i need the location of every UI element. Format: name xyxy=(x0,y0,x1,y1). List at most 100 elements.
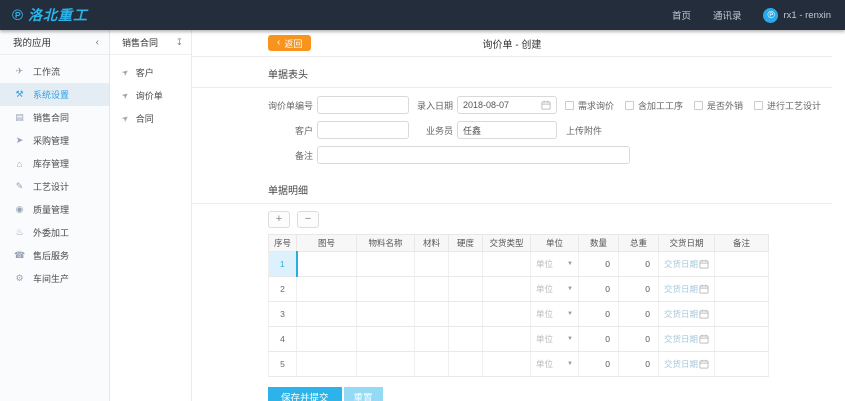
entry-date-picker[interactable]: 2018-08-07 xyxy=(457,96,557,114)
sidebar-item-system-settings[interactable]: ⚒ 系统设置 xyxy=(0,83,109,106)
unit-select[interactable]: 单位▼ xyxy=(531,302,579,327)
sidebar-item-after-sales[interactable]: ☎ 售后服务 xyxy=(0,244,109,267)
sidebar-item-process-design[interactable]: ✎ 工艺设计 xyxy=(0,175,109,198)
collapse-sidebar-icon[interactable]: ‹ xyxy=(96,37,99,48)
row-seq[interactable]: 5 xyxy=(269,352,297,377)
calendar-icon xyxy=(699,284,709,294)
remark-cell[interactable] xyxy=(715,327,769,352)
remark-cell[interactable] xyxy=(715,252,769,277)
delivery-date-picker[interactable]: 交货日期 xyxy=(659,302,715,327)
material-cell[interactable] xyxy=(415,302,449,327)
submenu-item-inquiry[interactable]: ➤ 询价单 xyxy=(110,84,191,107)
sidebar-item-workflow[interactable]: ✈ 工作流 xyxy=(0,60,109,83)
remark-input[interactable] xyxy=(317,146,630,164)
weight-cell[interactable]: 0 xyxy=(619,302,659,327)
quantity-cell[interactable]: 0 xyxy=(579,352,619,377)
material-cell[interactable] xyxy=(415,352,449,377)
material-name-cell[interactable] xyxy=(357,327,415,352)
remove-row-button[interactable]: − xyxy=(297,211,319,228)
remark-cell[interactable] xyxy=(715,302,769,327)
material-name-cell[interactable] xyxy=(357,352,415,377)
weight-cell[interactable]: 0 xyxy=(619,352,659,377)
delivery-date-picker[interactable]: 交货日期 xyxy=(659,252,715,277)
quantity-cell[interactable]: 0 xyxy=(579,277,619,302)
sidebar-item-purchasing[interactable]: ➤ 采购管理 xyxy=(0,129,109,152)
checkbox-process-design[interactable]: 进行工艺设计 xyxy=(754,99,821,112)
section-title-header: 单据表头 xyxy=(268,66,832,81)
checkbox-with-processing[interactable]: 含加工工序 xyxy=(625,99,683,112)
drawing-no-cell[interactable] xyxy=(297,327,357,352)
remark-cell[interactable] xyxy=(715,352,769,377)
unit-select[interactable]: 单位▼ xyxy=(531,277,579,302)
row-seq[interactable]: 1 xyxy=(269,252,297,277)
unit-select[interactable]: 单位▼ xyxy=(531,252,579,277)
material-name-cell[interactable] xyxy=(357,252,415,277)
table-row: 4 单位▼ 0 0 交货日期 xyxy=(269,327,769,352)
sidebar-item-outsourcing[interactable]: ♨ 外委加工 xyxy=(0,221,109,244)
remark-cell[interactable] xyxy=(715,277,769,302)
drawing-no-cell[interactable] xyxy=(297,352,357,377)
hardness-cell[interactable] xyxy=(449,252,483,277)
upload-attachment-link[interactable]: 上传附件 xyxy=(566,124,602,137)
pin-icon[interactable]: ↧ xyxy=(175,37,183,48)
delivery-date-picker[interactable]: 交货日期 xyxy=(659,327,715,352)
table-row: 1 单位▼ 0 0 交货日期 xyxy=(269,252,769,277)
row-seq[interactable]: 3 xyxy=(269,302,297,327)
weight-cell[interactable]: 0 xyxy=(619,252,659,277)
save-submit-button[interactable]: 保存并提交 xyxy=(268,387,342,401)
unit-select[interactable]: 单位▼ xyxy=(531,327,579,352)
nav-contacts-link[interactable]: 通讯录 xyxy=(713,8,742,22)
delivery-type-cell[interactable] xyxy=(483,352,531,377)
user-menu[interactable]: ℗ rx1 - renxin xyxy=(763,8,831,23)
paper-plane-icon: ✈ xyxy=(14,66,25,77)
drawing-no-cell[interactable] xyxy=(297,302,357,327)
hardness-cell[interactable] xyxy=(449,327,483,352)
row-seq[interactable]: 2 xyxy=(269,277,297,302)
quantity-cell[interactable]: 0 xyxy=(579,252,619,277)
sidebar-item-inventory[interactable]: ⌂ 库存管理 xyxy=(0,152,109,175)
add-row-button[interactable]: + xyxy=(268,211,290,228)
material-cell[interactable] xyxy=(415,327,449,352)
inquiry-no-input[interactable] xyxy=(317,96,409,114)
quantity-cell[interactable]: 0 xyxy=(579,327,619,352)
unit-select[interactable]: 单位▼ xyxy=(531,352,579,377)
drawing-no-cell[interactable] xyxy=(297,277,357,302)
delivery-type-cell[interactable] xyxy=(483,252,531,277)
hardness-cell[interactable] xyxy=(449,302,483,327)
customer-input[interactable] xyxy=(317,121,409,139)
submenu-item-customer[interactable]: ➤ 客户 xyxy=(110,61,191,84)
unit-placeholder: 单位 xyxy=(536,258,553,270)
delivery-date-picker[interactable]: 交货日期 xyxy=(659,352,715,377)
checkbox-need-inquiry[interactable]: 需求询价 xyxy=(565,99,614,112)
weight-cell[interactable]: 0 xyxy=(619,327,659,352)
delivery-type-cell[interactable] xyxy=(483,302,531,327)
nav-home-link[interactable]: 首页 xyxy=(672,8,691,22)
salesman-input[interactable] xyxy=(457,121,557,139)
sidebar-item-quality[interactable]: ◉ 质量管理 xyxy=(0,198,109,221)
reset-button[interactable]: 重置 xyxy=(344,387,383,401)
customer-label: 客户 xyxy=(268,124,313,137)
checkbox-export[interactable]: 是否外销 xyxy=(694,99,743,112)
delivery-type-cell[interactable] xyxy=(483,327,531,352)
weight-cell[interactable]: 0 xyxy=(619,277,659,302)
checkbox-label: 需求询价 xyxy=(578,99,614,112)
drawing-no-cell[interactable] xyxy=(297,252,357,277)
material-name-cell[interactable] xyxy=(357,277,415,302)
row-seq[interactable]: 4 xyxy=(269,327,297,352)
material-name-cell[interactable] xyxy=(357,302,415,327)
delivery-date-picker[interactable]: 交货日期 xyxy=(659,277,715,302)
submenu-item-contract[interactable]: ➤ 合同 xyxy=(110,107,191,130)
sidebar-item-workshop[interactable]: ⚙ 车间生产 xyxy=(0,267,109,290)
material-cell[interactable] xyxy=(415,252,449,277)
app-logo[interactable]: ℗ 洛北重工 xyxy=(12,5,88,25)
table-toolbar: + − xyxy=(268,211,832,228)
delivery-type-cell[interactable] xyxy=(483,277,531,302)
quantity-cell[interactable]: 0 xyxy=(579,302,619,327)
sidebar-item-sales-contract[interactable]: ▤ 销售合同 xyxy=(0,106,109,129)
material-cell[interactable] xyxy=(415,277,449,302)
hardness-cell[interactable] xyxy=(449,277,483,302)
col-quantity: 数量 xyxy=(579,235,619,252)
logo-text: 洛北重工 xyxy=(28,5,88,25)
hardness-cell[interactable] xyxy=(449,352,483,377)
back-button[interactable]: ‹ 返回 xyxy=(268,35,311,51)
